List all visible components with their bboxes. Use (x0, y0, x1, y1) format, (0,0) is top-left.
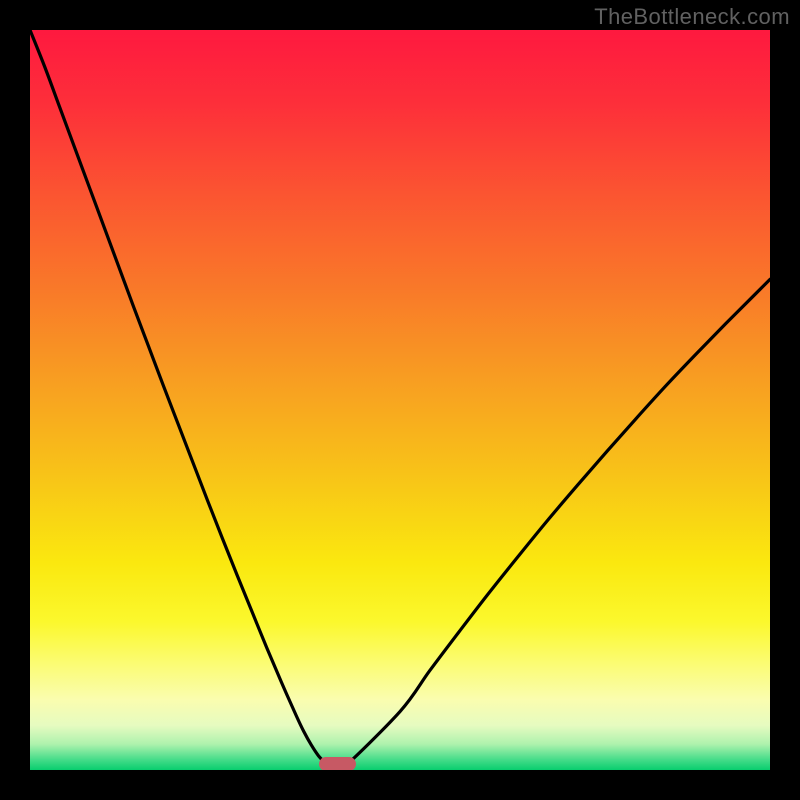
bottleneck-curve (30, 30, 770, 770)
minimum-marker (319, 757, 356, 770)
watermark-text: TheBottleneck.com (594, 4, 790, 30)
plot-area (30, 30, 770, 770)
frame: TheBottleneck.com (0, 0, 800, 800)
